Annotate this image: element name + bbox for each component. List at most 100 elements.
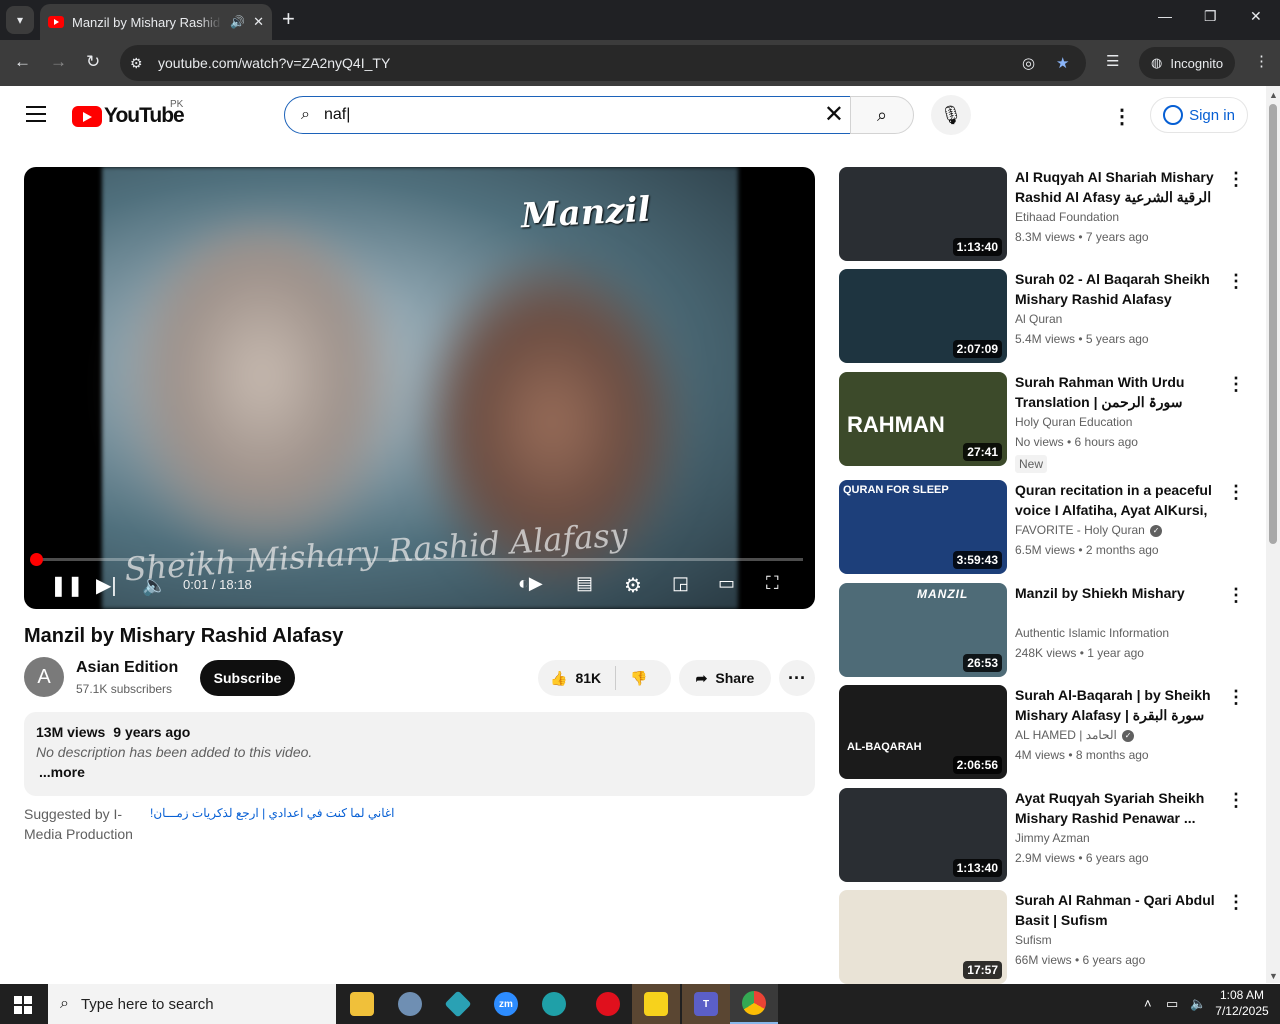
pause-button[interactable]: ❚❚ (50, 573, 84, 598)
zoom-icon[interactable]: zm (482, 984, 530, 1024)
tray-chevron-icon[interactable]: ˄ (1144, 996, 1152, 1011)
site-info-icon[interactable]: ⚙ (130, 55, 150, 72)
video-menu-icon[interactable]: ⋮ (1227, 585, 1245, 606)
scroll-down-arrow-icon[interactable]: ▼ (1269, 971, 1278, 981)
recommended-channel[interactable]: Jimmy Azman (1015, 831, 1090, 845)
subscribe-button[interactable]: Subscribe (200, 660, 295, 696)
video-thumbnail[interactable]: RAHMAN 27:41 (839, 372, 1007, 466)
recommended-video[interactable]: 2:07:09 Surah 02 - Al Baqarah Sheikh Mish… (839, 269, 1249, 365)
tab-search-button[interactable]: ▾ (6, 6, 34, 34)
back-icon[interactable]: ← (14, 52, 31, 72)
recommended-channel[interactable]: FAVORITE - Holy Quran ✓ (1015, 523, 1163, 537)
new-tab-button[interactable]: + (282, 8, 295, 30)
close-tab-icon[interactable]: ✕ (253, 14, 264, 30)
volume-tray-icon[interactable]: 🔈 (1190, 996, 1206, 1012)
voice-search-button[interactable]: 🎙 (931, 95, 971, 135)
autoplay-toggle[interactable]: ◐▶ (518, 573, 543, 594)
video-player[interactable]: Manzil Sheikh Mishary Rashid Alafasy ❚❚ … (24, 167, 815, 609)
recommended-title[interactable]: Manzil by Shiekh Mishary (1015, 583, 1220, 623)
reload-icon[interactable]: ↻ (86, 52, 100, 72)
scrollbar-thumb[interactable] (1269, 104, 1277, 544)
video-thumbnail[interactable]: MANZIL 26:53 (839, 583, 1007, 677)
suggested-video-link[interactable]: اغاني لما كنت في اعدادي | ارجع لذكريات ز… (150, 806, 394, 820)
edge-icon[interactable] (530, 984, 578, 1024)
video-thumbnail[interactable]: AL-BAQARAH 2:06:56 (839, 685, 1007, 779)
close-window-icon[interactable]: ✕ (1250, 8, 1262, 25)
guide-menu-icon[interactable] (26, 106, 46, 122)
forward-icon[interactable]: → (50, 52, 67, 72)
chrome-icon[interactable] (730, 984, 778, 1024)
file-explorer-icon[interactable] (338, 984, 386, 1024)
volume-icon[interactable]: 🔈 (142, 573, 167, 598)
clear-search-icon[interactable]: ✕ (824, 103, 844, 127)
system-clock[interactable]: 1:08 AM 7/12/2025 (1212, 987, 1272, 1019)
taskbar-search[interactable]: ⌕ Type here to search (48, 984, 336, 1024)
video-menu-icon[interactable]: ⋮ (1227, 374, 1245, 395)
settings-gear-icon[interactable]: ⚙ (624, 573, 642, 598)
channel-name[interactable]: Asian Edition (76, 659, 178, 677)
video-menu-icon[interactable]: ⋮ (1227, 169, 1245, 190)
browser-menu-icon[interactable]: ⋮ (1254, 52, 1269, 70)
recommended-video[interactable]: QURAN FOR SLEEP 3:59:43 Quran recitation i… (839, 480, 1249, 576)
minimize-icon[interactable]: — (1158, 8, 1172, 24)
app-diamond-icon[interactable] (434, 984, 482, 1024)
video-menu-icon[interactable]: ⋮ (1227, 271, 1245, 292)
restore-icon[interactable]: ❐ (1204, 8, 1217, 25)
recommended-channel[interactable]: Authentic Islamic Information (1015, 626, 1169, 640)
recommended-video[interactable]: 1:13:40 Al Ruqyah Al Shariah Mishary Rash… (839, 167, 1249, 263)
video-thumbnail[interactable]: 2:07:09 (839, 269, 1007, 363)
recommended-video[interactable]: MANZIL 26:53 Manzil by Shiekh Mishary Authe… (839, 583, 1249, 679)
recommended-video[interactable]: AL-BAQARAH 2:06:56 Surah Al-Baqarah | by S… (839, 685, 1249, 781)
recommended-title[interactable]: Quran recitation in a peaceful voice I A… (1015, 480, 1220, 520)
audio-playing-icon[interactable]: 🔊 (230, 15, 245, 29)
recommended-channel[interactable]: AL HAMED | الحامد ✓ (1015, 728, 1135, 742)
recommended-title[interactable]: Surah Al-Baqarah | by Sheikh Mishary Ala… (1015, 685, 1220, 725)
opera-icon[interactable] (584, 984, 632, 1024)
video-menu-icon[interactable]: ⋮ (1227, 790, 1245, 811)
recommended-video[interactable]: 17:57 Surah Al Rahman - Qari Abdul Basit … (839, 890, 1249, 986)
progress-bar[interactable] (30, 553, 803, 566)
browser-tab[interactable]: Manzil by Mishary Rashid Alafasy 🔊 ✕ (40, 4, 272, 40)
channel-avatar[interactable]: A (24, 657, 64, 697)
page-scrollbar[interactable]: ▲ ▼ (1266, 86, 1280, 983)
reading-list-icon[interactable]: ☰ (1106, 52, 1119, 70)
recommended-channel[interactable]: Al Quran (1015, 312, 1062, 326)
windows-start-icon[interactable] (14, 996, 32, 1014)
subtitles-icon[interactable]: ▤ (576, 573, 593, 594)
paint-icon[interactable] (386, 984, 434, 1024)
video-menu-icon[interactable]: ⋮ (1227, 482, 1245, 503)
like-button[interactable]: 👍 81K (538, 666, 617, 690)
more-actions-button[interactable]: ··· (779, 660, 815, 696)
show-more-link[interactable]: ...more (39, 764, 803, 780)
sticky-notes-icon[interactable] (632, 984, 680, 1024)
video-thumbnail[interactable]: QURAN FOR SLEEP 3:59:43 (839, 480, 1007, 574)
youtube-logo[interactable]: YouTube PK (72, 99, 185, 128)
network-icon[interactable]: ▭ (1166, 996, 1178, 1012)
fullscreen-icon[interactable]: ⛶ (766, 573, 779, 594)
description-box[interactable]: 13M views 9 years ago No description has … (24, 712, 815, 796)
recommended-title[interactable]: Surah Al Rahman - Qari Abdul Basit | Suf… (1015, 890, 1220, 930)
video-menu-icon[interactable]: ⋮ (1227, 687, 1245, 708)
search-input[interactable]: naf (324, 106, 346, 124)
recommended-title[interactable]: Surah Rahman With Urdu Translation | سور… (1015, 372, 1220, 412)
scroll-up-arrow-icon[interactable]: ▲ (1269, 90, 1278, 100)
video-thumbnail[interactable]: 17:57 (839, 890, 1007, 984)
sign-in-button[interactable]: Sign in (1150, 97, 1248, 133)
recommended-video[interactable]: 1:13:40 Ayat Ruqyah Syariah Sheikh Mishar… (839, 788, 1249, 884)
miniplayer-icon[interactable]: ◲ (672, 573, 689, 594)
video-menu-icon[interactable]: ⋮ (1227, 892, 1245, 913)
search-box[interactable]: ⌕ naf | ✕ (284, 96, 851, 134)
recommended-title[interactable]: Al Ruqyah Al Shariah Mishary Rashid Al A… (1015, 167, 1220, 207)
next-button[interactable]: ▶| (96, 573, 117, 598)
settings-menu-icon[interactable]: ⋮ (1112, 104, 1132, 129)
tracking-protection-icon[interactable]: ◎ (1022, 54, 1035, 72)
theater-mode-icon[interactable]: ▭ (718, 573, 735, 594)
bookmark-star-icon[interactable]: ★ (1056, 54, 1069, 72)
search-button[interactable]: ⌕ (850, 96, 914, 134)
recommended-channel[interactable]: Sufism (1015, 933, 1052, 947)
recommended-title[interactable]: Surah 02 - Al Baqarah Sheikh Mishary Ras… (1015, 269, 1220, 309)
scrubber-handle[interactable] (30, 553, 43, 566)
recommended-channel[interactable]: Etihaad Foundation (1015, 210, 1119, 224)
recommended-title[interactable]: Ayat Ruqyah Syariah Sheikh Mishary Rashi… (1015, 788, 1220, 828)
video-thumbnail[interactable]: 1:13:40 (839, 167, 1007, 261)
